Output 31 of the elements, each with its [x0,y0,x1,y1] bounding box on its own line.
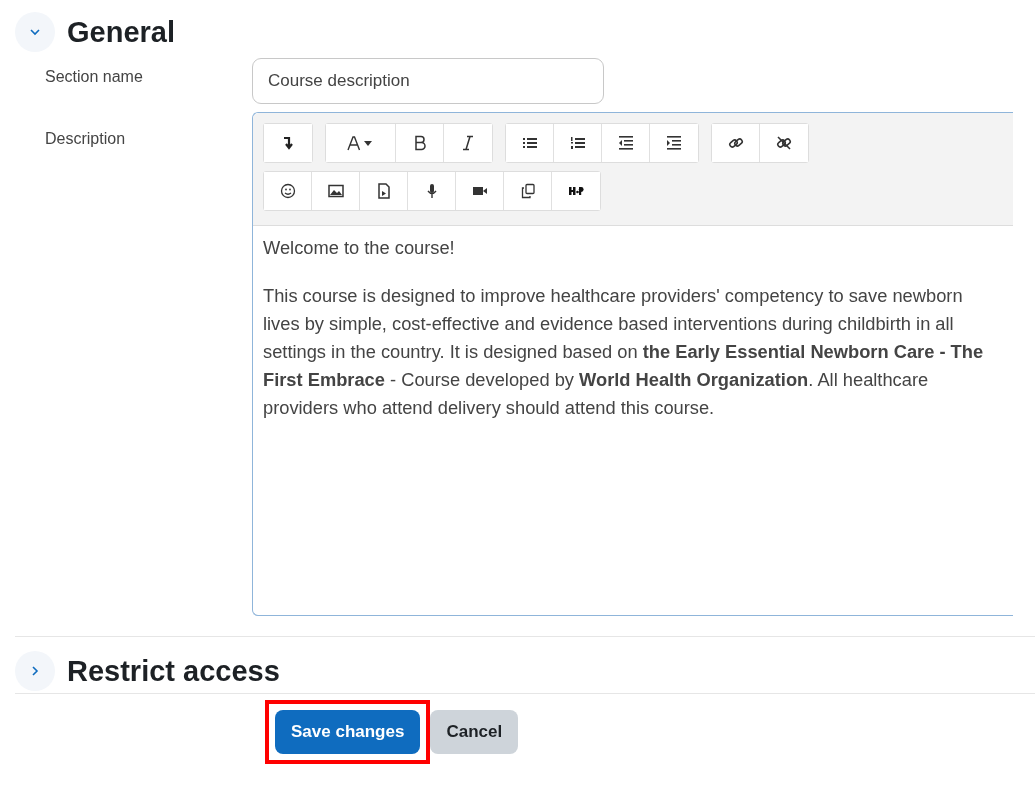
save-button[interactable]: Save changes [275,710,421,754]
bold-icon [413,135,426,151]
toolbar-button[interactable] [264,172,312,210]
font-menu-button[interactable] [326,124,396,162]
chevron-icon [29,26,41,38]
section-heading: Restrict access [67,654,280,688]
numbers-icon [569,135,586,151]
cancel-button[interactable]: Cancel [430,710,519,754]
field-label: Description [44,129,127,148]
outdent-icon [617,135,634,151]
toolbar-button[interactable] [264,124,312,162]
media-icon [375,183,392,199]
link-icon [727,135,744,151]
section-name-field[interactable]: Course description [252,58,604,104]
font-icon [346,135,375,151]
bullets-icon [521,135,538,151]
field-label: Section name [44,67,144,86]
chevron-icon [29,665,41,677]
emoji-icon [279,183,296,199]
toolbar-button[interactable] [506,124,554,162]
paragraph: Welcome to the course! [263,236,456,260]
copy-icon [519,183,536,199]
section-heading: General [67,15,175,49]
italic-icon [462,135,474,151]
collapse-toggle[interactable] [15,12,55,52]
image-icon [327,183,344,199]
paragraph: This course is designed to improve healthcare providers' competency to save newborn lives by simple, cost-effective and evidence based interventions during childbirth in all settings in the country. It is designed based on the Early Essential Newborn Care - The First Embrace - Course developed by World Health Organization. All healthcare providers who attend delivery should attend this course. [263,284,985,420]
indent-icon [666,135,682,151]
unlink-icon [776,135,792,151]
toolbar-button[interactable] [712,124,760,162]
expand-toggle[interactable] [15,651,55,691]
